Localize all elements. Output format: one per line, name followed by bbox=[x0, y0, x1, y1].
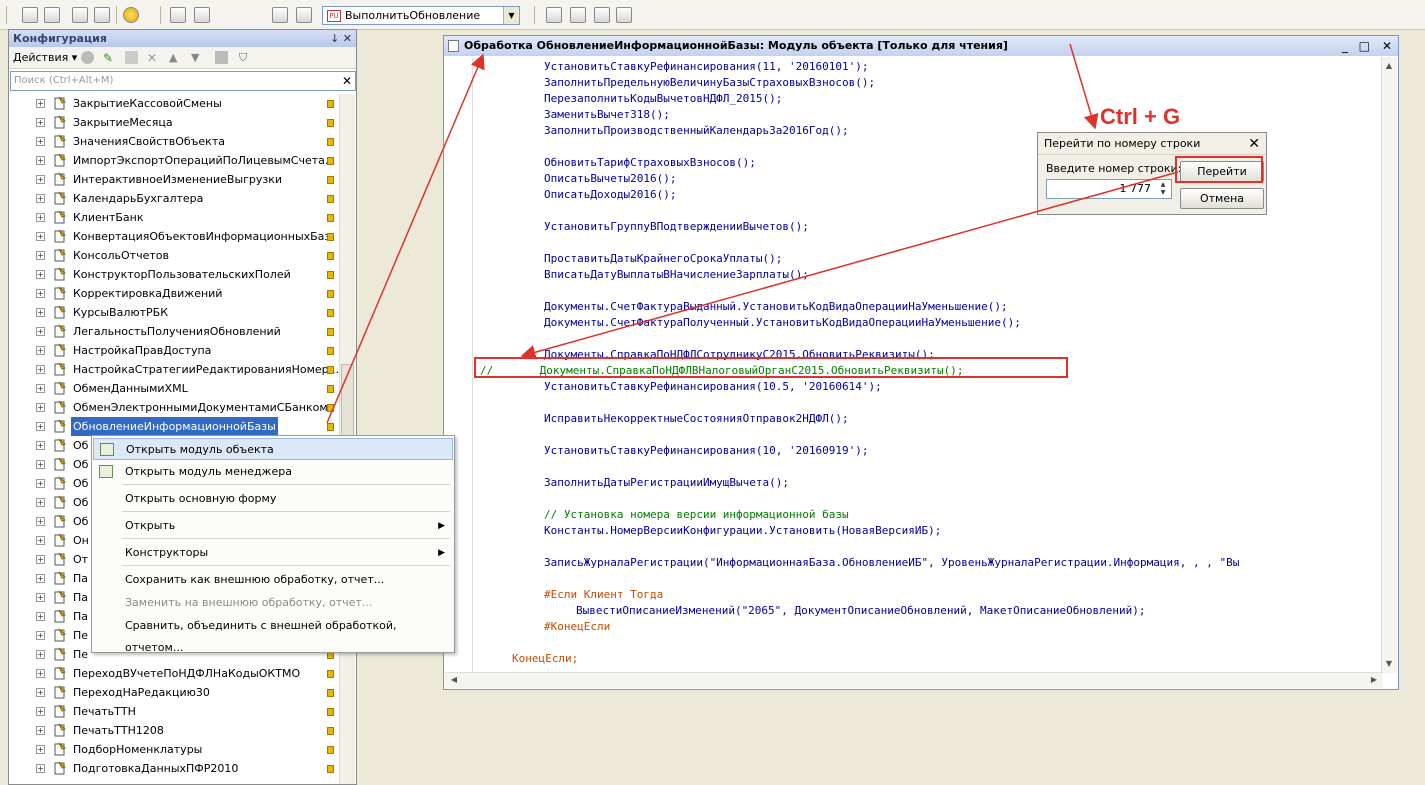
annotation-arrows bbox=[326, 43, 1179, 424]
arrow-to-editor bbox=[326, 53, 485, 424]
arrow-to-line bbox=[520, 171, 1179, 360]
arrow-to-dialog bbox=[1069, 43, 1099, 130]
